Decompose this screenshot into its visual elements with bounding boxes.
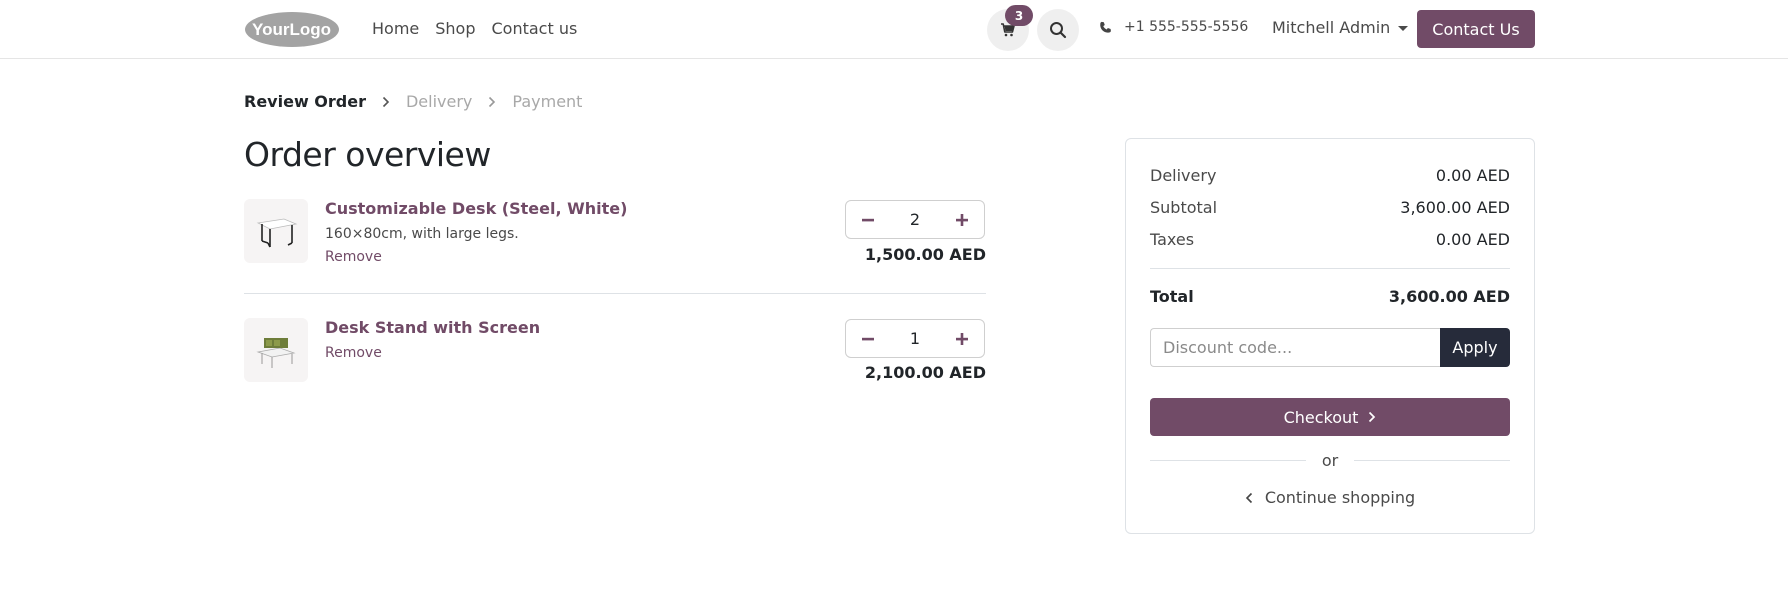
delivery-value: 0.00 AED — [1435, 166, 1510, 185]
step-delivery[interactable]: Delivery — [406, 92, 472, 111]
product-description: 160×80cm, with large legs. — [325, 226, 519, 242]
minus-icon[interactable] — [858, 210, 878, 230]
product-thumbnail-desk[interactable] — [244, 199, 308, 263]
total-label: Total — [1150, 287, 1194, 306]
minus-icon[interactable] — [858, 329, 878, 349]
line-price: 1,500.00 AED — [864, 245, 986, 264]
remove-link[interactable]: Remove — [325, 345, 382, 361]
checkout-button[interactable]: Checkout — [1150, 398, 1510, 436]
apply-button[interactable]: Apply — [1440, 328, 1510, 367]
page-title: Order overview — [244, 135, 491, 174]
user-menu[interactable]: Mitchell Admin — [1272, 18, 1409, 37]
step-review-order: Review Order — [244, 92, 366, 111]
subtotal-value: 3,600.00 AED — [1400, 198, 1510, 217]
site-header: YourLogo Home Shop Contact us 3 +1 555-5… — [0, 0, 1788, 59]
desk-stand-image — [256, 338, 296, 368]
subtotal-label: Subtotal — [1150, 198, 1218, 217]
product-name-link[interactable]: Customizable Desk (Steel, White) — [325, 199, 627, 218]
search-icon — [1050, 22, 1067, 39]
checkout-label: Checkout — [1283, 407, 1359, 427]
nav-home[interactable]: Home — [372, 18, 419, 40]
quantity-value[interactable]: 1 — [910, 329, 920, 348]
summary-row-total: Total 3,600.00 AED — [1150, 287, 1510, 306]
phone-number: +1 555-555-5556 — [1124, 19, 1249, 35]
main-nav: Home Shop Contact us — [372, 18, 593, 40]
quantity-value[interactable]: 2 — [910, 210, 920, 229]
continue-shopping-link[interactable]: Continue shopping — [1126, 488, 1534, 507]
phone-link[interactable]: +1 555-555-5556 — [1099, 19, 1248, 35]
chevron-right-icon — [488, 96, 496, 108]
desk-image — [256, 218, 298, 248]
line-price: 2,100.00 AED — [864, 363, 986, 382]
continue-shopping-label: Continue shopping — [1264, 488, 1416, 507]
search-button[interactable] — [1037, 9, 1079, 51]
nav-shop[interactable]: Shop — [435, 18, 475, 40]
checkout-steps: Review Order Delivery Payment — [244, 92, 582, 111]
cart-count-badge: 3 — [1005, 5, 1033, 26]
summary-divider — [1150, 268, 1510, 269]
summary-row-delivery: Delivery 0.00 AED — [1150, 166, 1510, 185]
your-logo[interactable]: YourLogo — [244, 11, 340, 48]
plus-icon[interactable] — [952, 210, 972, 230]
quantity-stepper: 2 — [845, 200, 985, 239]
taxes-label: Taxes — [1150, 230, 1195, 249]
taxes-value: 0.00 AED — [1435, 230, 1510, 249]
delivery-label: Delivery — [1150, 166, 1217, 185]
discount-form: Apply — [1150, 328, 1510, 367]
nav-contact-us[interactable]: Contact us — [492, 18, 578, 40]
quantity-stepper: 1 — [845, 319, 985, 358]
remove-link[interactable]: Remove — [325, 249, 382, 265]
chevron-right-icon — [1369, 411, 1376, 423]
or-text: or — [1321, 451, 1339, 470]
user-name: Mitchell Admin — [1272, 18, 1391, 37]
phone-icon — [1100, 21, 1111, 33]
discount-code-input[interactable] — [1150, 328, 1440, 367]
product-name-link[interactable]: Desk Stand with Screen — [325, 318, 540, 337]
chevron-right-icon — [382, 96, 390, 108]
plus-icon[interactable] — [952, 329, 972, 349]
or-separator: or — [1150, 451, 1510, 470]
order-summary-card: Delivery 0.00 AED Subtotal 3,600.00 AED … — [1125, 138, 1535, 534]
summary-row-taxes: Taxes 0.00 AED — [1150, 230, 1510, 249]
chevron-left-icon — [1245, 492, 1252, 503]
order-line: Desk Stand with Screen Remove 1 2,100.00… — [244, 318, 986, 398]
caret-down-icon — [1398, 26, 1409, 31]
contact-us-button[interactable]: Contact Us — [1417, 10, 1535, 48]
summary-row-subtotal: Subtotal 3,600.00 AED — [1150, 198, 1510, 217]
total-value: 3,600.00 AED — [1388, 287, 1510, 306]
logo-text: YourLogo — [252, 20, 331, 39]
product-thumbnail-desk-stand[interactable] — [244, 318, 308, 382]
order-line: Customizable Desk (Steel, White) 160×80c… — [244, 199, 986, 294]
step-payment[interactable]: Payment — [512, 92, 582, 111]
